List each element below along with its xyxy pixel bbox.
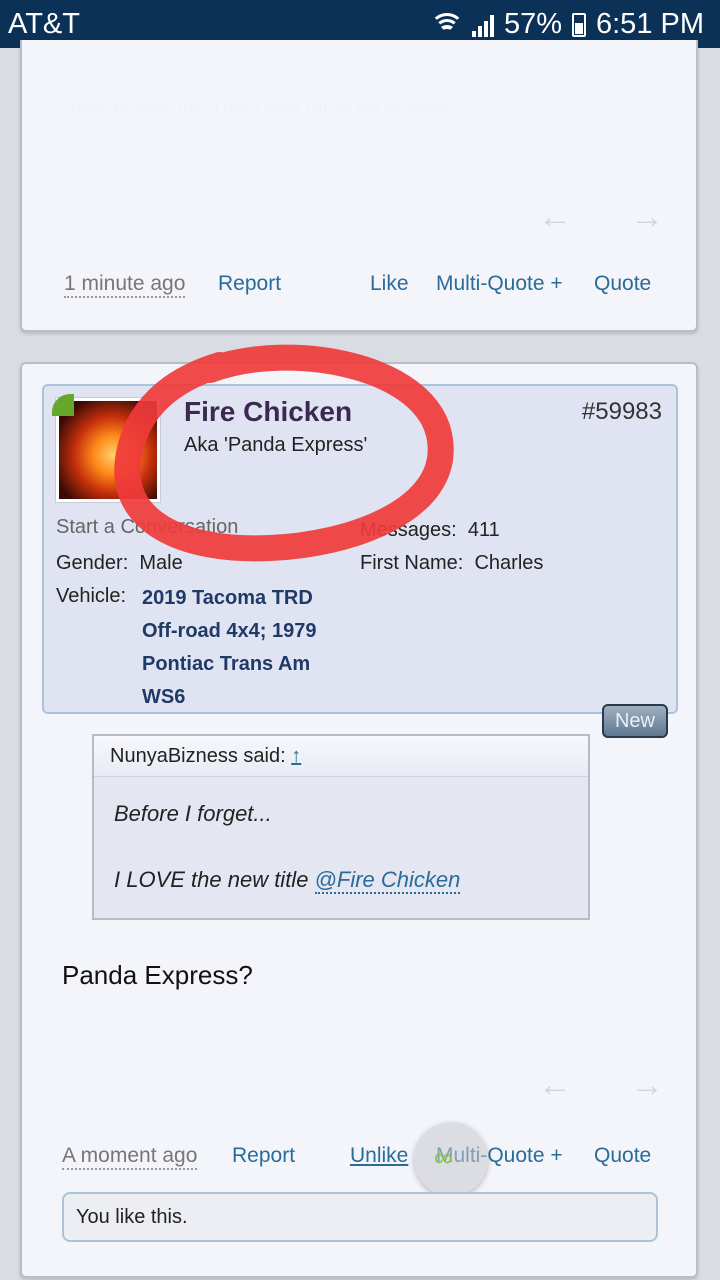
firstname-value: Charles (474, 552, 544, 574)
quote-author: NunyaBizness said: (110, 745, 286, 767)
signal-icon (471, 13, 494, 37)
new-badge: New (602, 704, 668, 738)
multiquote-link[interactable]: Multi-Quote + (436, 272, 563, 296)
wifi-icon (429, 12, 464, 37)
user-info-box: Fire Chicken Aka 'Panda Express' #59983 … (42, 384, 678, 714)
post-actions: A moment ago Report Unlike Multi-Quote +… (22, 1144, 700, 1174)
post-nav: ← → (538, 198, 664, 237)
quote-line: Before I forget... (114, 801, 272, 826)
clock: 6:51 PM (596, 8, 704, 40)
firstname-label: First Name: (360, 552, 464, 574)
post-text: I hope he sees this, I don't want him to… (62, 98, 454, 117)
carrier-label: AT&T (8, 8, 80, 40)
quote-body: Before I forget... I LOVE the new title … (94, 777, 588, 916)
gender-label: Gender: (56, 552, 129, 574)
username[interactable]: Fire Chicken (184, 396, 352, 428)
start-conversation-link[interactable]: Start a Conversation (56, 516, 238, 539)
post-nav: ← → (538, 1066, 664, 1105)
messages-field: Messages: 411 (360, 519, 500, 542)
quote-header: NunyaBizness said: ↑ (94, 736, 588, 777)
firstname-field: First Name: Charles (360, 552, 543, 575)
report-link[interactable]: Report (218, 272, 281, 296)
quote-link[interactable]: Quote (594, 1144, 651, 1168)
user-title: Aka 'Panda Express' (184, 434, 368, 456)
arrow-right-icon[interactable]: → (630, 198, 664, 237)
user-mention-link[interactable]: @Fire Chicken (314, 867, 461, 894)
post-actions: 1 minute ago Report Like Multi-Quote + Q… (22, 272, 700, 302)
arrow-left-icon[interactable]: ← (538, 1066, 572, 1105)
arrow-left-icon[interactable]: ← (538, 198, 572, 237)
quote-text: I LOVE the new title (114, 867, 315, 892)
vehicle-label: Vehicle: (56, 585, 127, 607)
post-card: Fire Chicken Aka 'Panda Express' #59983 … (20, 362, 698, 1278)
arrow-right-icon[interactable]: → (630, 1066, 664, 1105)
unlike-link[interactable]: Unlike (350, 1144, 408, 1168)
jump-to-quote-icon[interactable]: ↑ (291, 745, 301, 767)
like-link[interactable]: Like (370, 272, 409, 296)
quote-block: NunyaBizness said: ↑ Before I forget... … (92, 734, 590, 920)
post-time[interactable]: 1 minute ago (64, 272, 186, 298)
quote-line: I LOVE the new title @Fire Chicken (114, 863, 568, 896)
floating-action-button[interactable]: ∞ (414, 1122, 488, 1196)
vehicle-value: 2019 Tacoma TRD Off-road 4x4; 1979 Ponti… (142, 587, 317, 708)
messages-value: 411 (467, 519, 500, 541)
messages-label: Messages: (360, 519, 457, 541)
post-message: Panda Express? (62, 960, 253, 990)
likes-summary: You like this. (62, 1192, 658, 1242)
post-card-previous: I hope he sees this, I don't want him to… (20, 40, 698, 332)
battery-icon (572, 12, 586, 37)
quote-link[interactable]: Quote (594, 272, 651, 296)
gender-field: Gender: Male (56, 552, 183, 575)
infinity-icon: ∞ (434, 1142, 453, 1172)
post-number[interactable]: #59983 (582, 398, 662, 426)
report-link[interactable]: Report (232, 1144, 295, 1168)
gender-value: Male (139, 552, 183, 574)
post-time[interactable]: A moment ago (62, 1144, 198, 1170)
status-icons: 57% 6:51 PM (429, 8, 704, 41)
battery-percent: 57% (503, 8, 562, 40)
